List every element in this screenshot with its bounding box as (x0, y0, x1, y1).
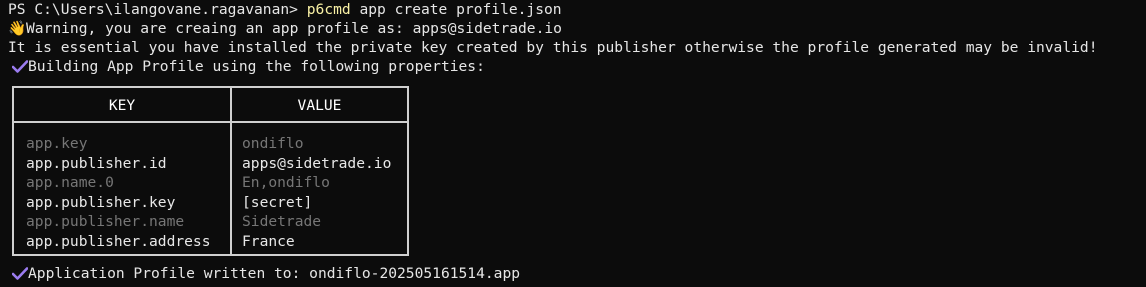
prompt-path: PS C:\Users\ilangovane.ragavanan> (8, 1, 298, 18)
building-line: Building App Profile using the following… (8, 57, 485, 77)
table-row-value: apps@sidetrade.io (242, 154, 392, 172)
written-line: Application Profile written to: ondiflo-… (8, 264, 520, 284)
checkmark-icon (8, 264, 29, 284)
properties-table: KEY VALUE app.key ondiflo app.publisher.id… (12, 86, 409, 256)
table-row-key: app.publisher.address (26, 232, 211, 250)
table-row-key: app.publisher.name (26, 213, 185, 230)
essential-line: It is essential you have installed the p… (8, 38, 1098, 58)
table-row-key: app.key (26, 135, 88, 152)
header-divider (14, 121, 407, 123)
written-text: Application Profile written to: ondiflo-… (28, 265, 521, 282)
checkmark-icon (8, 57, 29, 77)
table-row-value: [secret] (242, 193, 313, 211)
header-value: VALUE (297, 97, 342, 114)
warning-line: 👋Warning, you are creaing an app profile… (8, 19, 562, 39)
table-row-value: En,ondiflo (242, 174, 330, 191)
table-row-value: France (242, 232, 295, 250)
command-name: p6cmd (306, 1, 351, 18)
waving-hand-icon: 👋 (8, 20, 27, 37)
building-text: Building App Profile using the following… (28, 58, 485, 75)
table-row-key: app.publisher.id (26, 154, 167, 172)
table-row-value: Sidetrade (242, 213, 322, 230)
prompt-line: PS C:\Users\ilangovane.ragavanan> p6cmd … (8, 0, 562, 20)
essential-text: It is essential you have installed the p… (8, 39, 1098, 56)
command-args: app create profile.json (359, 1, 562, 18)
header-key: KEY (108, 97, 136, 114)
table-row-key: app.name.0 (26, 174, 114, 191)
table-row-value: ondiflo (242, 135, 304, 152)
warning-text: Warning, you are creaing an app profile … (26, 20, 562, 37)
table-row-key: app.publisher.key (26, 193, 176, 211)
